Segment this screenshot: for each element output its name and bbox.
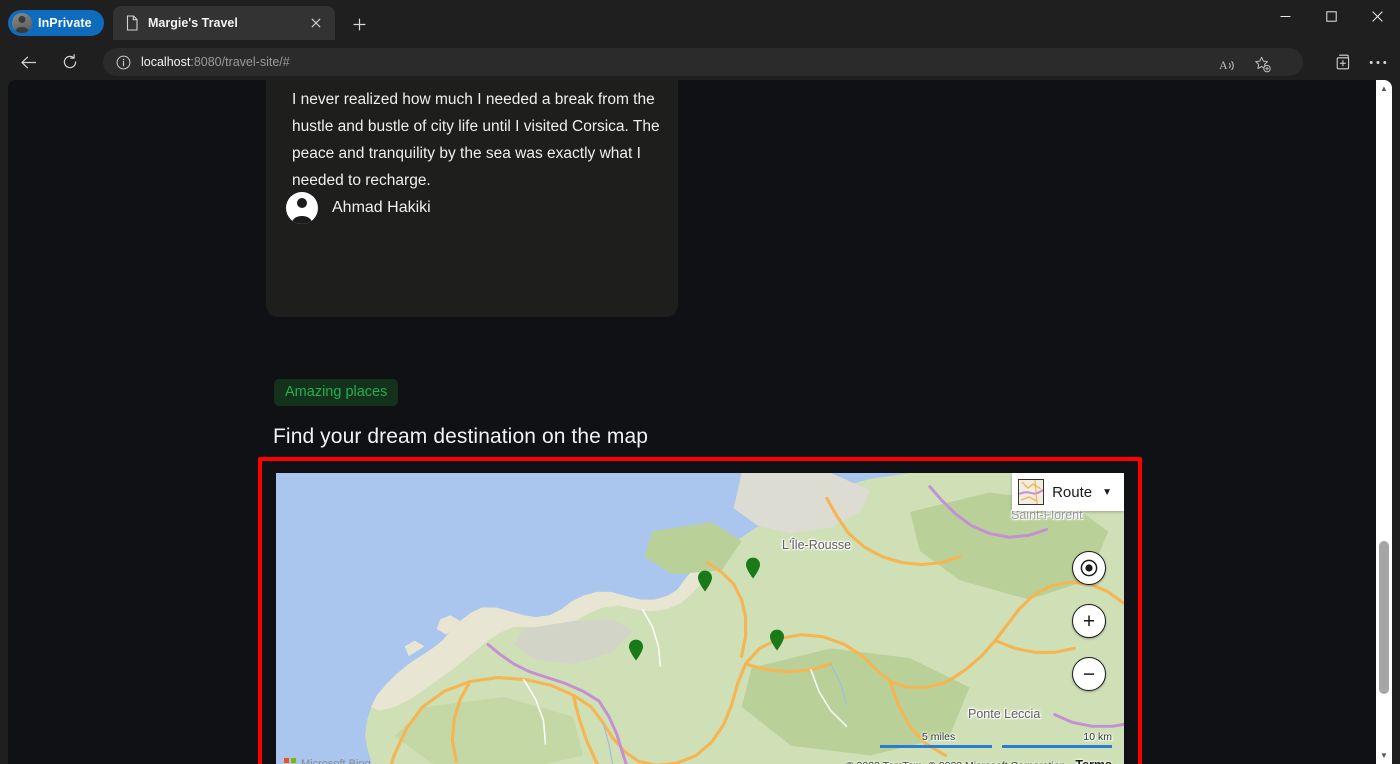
back-arrow-icon[interactable] [13, 47, 43, 77]
scrollbar-thumb[interactable] [1379, 541, 1389, 694]
browser-toolbar: localhost:8080/travel-site/# A [0, 46, 1400, 78]
star-add-icon[interactable] [1251, 53, 1273, 75]
web-page-content: I never realized how much I needed a bre… [8, 80, 1376, 764]
testimonial-author: Ahmad Hakiki [286, 192, 431, 224]
zoom-in-glyph: + [1082, 609, 1096, 633]
browser-window: InPrivate Margie's Travel localhost:8080… [0, 0, 1400, 764]
inprivate-profile-pill[interactable]: InPrivate [8, 10, 104, 36]
map-style-selector[interactable]: Route ▼ [1012, 473, 1124, 511]
minimize-icon[interactable] [1262, 0, 1308, 32]
url-text: localhost:8080/travel-site/# [141, 55, 1293, 69]
person-icon [12, 13, 32, 33]
locate-target-icon[interactable] [1072, 551, 1106, 585]
microsoft-bing-logo: Microsoft Bing [284, 758, 371, 764]
map-pin[interactable] [769, 629, 785, 651]
scale-miles-label: 5 miles [922, 731, 956, 743]
scale-miles-line [880, 745, 992, 748]
read-aloud-icon[interactable]: A [1217, 53, 1239, 75]
plus-icon[interactable]: + [1072, 604, 1106, 638]
bing-map[interactable]: L'Île-Rousse Saint-Florent Ponte Leccia [276, 473, 1124, 764]
scroll-up-arrow[interactable]: ▲ [1376, 80, 1392, 97]
page-title: Find your dream destination on the map [273, 425, 649, 448]
testimonial-quote: I never realized how much I needed a bre… [292, 91, 660, 189]
url-path: :8080/travel-site/# [190, 55, 290, 69]
scroll-down-arrow[interactable]: ▼ [1376, 747, 1392, 764]
scale-km-label: 10 km [1083, 731, 1112, 743]
minus-icon[interactable]: − [1072, 657, 1106, 691]
map-highlight-annotation: L'Île-Rousse Saint-Florent Ponte Leccia [258, 457, 1142, 764]
svg-text:A: A [1219, 58, 1228, 72]
map-attribution: © 2022 TomTom, © 2023 Microsoft Corporat… [846, 758, 1112, 764]
microsoft-squares-icon [284, 758, 296, 764]
close-icon[interactable] [1354, 0, 1400, 32]
close-icon[interactable] [305, 12, 327, 34]
new-tab-button[interactable] [347, 12, 371, 36]
page-scrollbar[interactable]: ▲ ▼ [1376, 80, 1392, 764]
map-base-artwork [276, 473, 1124, 764]
inprivate-label: InPrivate [38, 16, 92, 30]
tab-title: Margie's Travel [148, 16, 238, 30]
attribution-text: © 2022 TomTom, © 2023 Microsoft Corporat… [846, 760, 1066, 764]
testimonial-card: I never realized how much I needed a bre… [266, 80, 678, 317]
collections-icon[interactable] [1330, 48, 1358, 76]
address-bar[interactable]: localhost:8080/travel-site/# A [103, 48, 1303, 76]
info-icon[interactable] [114, 53, 132, 71]
map-scale-bar: 5 miles 10 km [880, 724, 1112, 748]
author-name: Ahmad Hakiki [332, 199, 431, 216]
scale-km-line [1002, 745, 1112, 748]
reload-icon[interactable] [55, 47, 85, 77]
terms-link[interactable]: Terms [1075, 758, 1112, 764]
browser-tab[interactable]: Margie's Travel [113, 6, 335, 40]
page-viewport: I never realized how much I needed a bre… [8, 80, 1392, 764]
chevron-down-icon[interactable]: ▼ [1102, 487, 1112, 498]
url-host: localhost [141, 55, 191, 69]
zoom-out-glyph: − [1082, 662, 1096, 686]
map-pin[interactable] [628, 639, 644, 661]
maximize-icon[interactable] [1308, 0, 1354, 32]
map-thumbnail-icon [1018, 479, 1045, 505]
ellipsis-icon[interactable] [1364, 48, 1392, 76]
map-pin[interactable] [697, 570, 713, 592]
map-style-label: Route [1052, 483, 1093, 501]
bing-label: Microsoft Bing [301, 758, 371, 764]
status-badge: Amazing places [274, 379, 399, 406]
map-pin[interactable] [745, 557, 761, 579]
browser-titlebar: InPrivate Margie's Travel [0, 0, 1400, 46]
person-circle-icon [286, 192, 318, 224]
document-icon [125, 15, 139, 31]
